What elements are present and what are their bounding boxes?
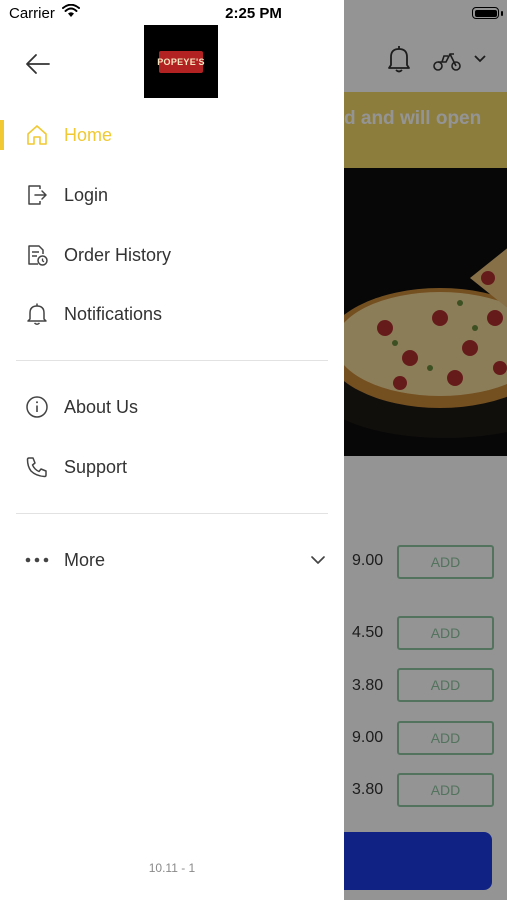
info-icon: [24, 394, 50, 420]
nav-item-order-history[interactable]: Order History: [0, 230, 344, 280]
nav-label: About Us: [64, 396, 139, 417]
back-arrow-icon[interactable]: [24, 50, 52, 78]
order-history-icon: [24, 242, 50, 268]
app-version: 10.11 - 1: [148, 861, 196, 875]
nav-item-support[interactable]: Support: [0, 442, 344, 492]
nav-label: Support: [64, 456, 128, 477]
nav-label: Order History: [64, 244, 172, 265]
divider: [16, 513, 328, 514]
battery-icon: [472, 7, 499, 19]
status-bar: Carrier 2:25 PM: [0, 0, 507, 28]
logo-wordmark: POPEYE'S: [157, 50, 204, 73]
more-dots-icon: [24, 547, 50, 573]
status-time: 2:25 PM: [225, 5, 282, 22]
navigation-drawer: POPEYE'S Home Login Order History Notifi…: [0, 0, 344, 900]
nav-item-login[interactable]: Login: [0, 170, 344, 220]
bell-icon: [24, 301, 50, 327]
phone-icon: [24, 454, 50, 480]
nav-label: Notifications: [64, 303, 163, 324]
divider: [16, 360, 328, 361]
nav-item-notifications[interactable]: Notifications: [0, 289, 344, 339]
nav-label: Login: [64, 184, 109, 205]
nav-item-about-us[interactable]: About Us: [0, 382, 344, 432]
nav-label: More: [64, 549, 106, 570]
restaurant-logo: POPEYE'S: [144, 25, 218, 98]
home-icon: [24, 122, 50, 148]
chevron-down-icon[interactable]: [308, 550, 328, 570]
nav-item-more[interactable]: More: [0, 535, 344, 585]
nav-label: Home: [64, 124, 113, 145]
battery-nub: [501, 11, 503, 16]
nav-item-home[interactable]: Home: [0, 110, 344, 160]
login-icon: [24, 182, 50, 208]
